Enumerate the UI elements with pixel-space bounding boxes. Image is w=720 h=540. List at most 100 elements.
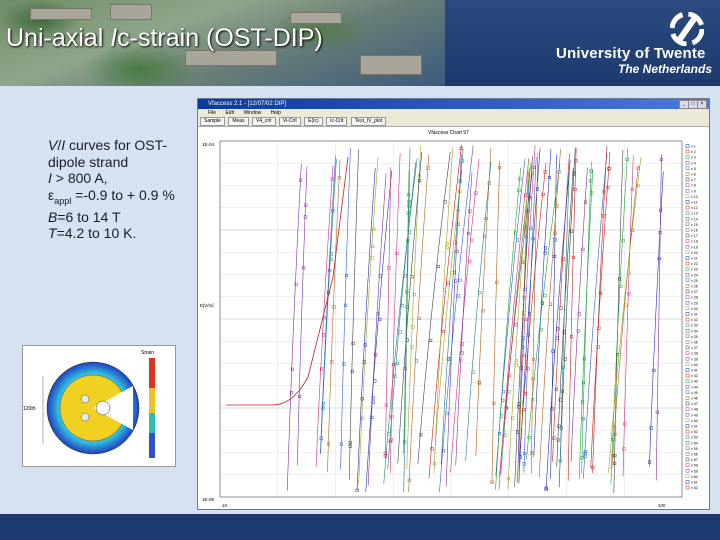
window-title: Vfaccess 2.1 - [12/07/02 DIP] bbox=[208, 101, 287, 107]
legend-label: v 38 bbox=[691, 352, 698, 356]
campus-building bbox=[290, 12, 342, 24]
slide-title: Uni-axial Ic-strain (OST-DIP) bbox=[6, 24, 323, 52]
legend-label: v 35 bbox=[691, 335, 698, 339]
legend-label: v 61 bbox=[691, 481, 698, 485]
legend-label: v 15 bbox=[691, 223, 698, 227]
footer-bar bbox=[0, 514, 720, 540]
legend-label: v 41 bbox=[691, 369, 698, 373]
legend-label: v 47 bbox=[691, 402, 698, 406]
app-window: Vfaccess 2.1 - [12/07/02 DIP] _ □ × File… bbox=[197, 98, 710, 510]
legend-label: v 23 bbox=[691, 268, 698, 272]
legend-label: v 52 bbox=[691, 430, 698, 434]
legend-label: v 60 bbox=[691, 475, 698, 479]
strain-legend-title: Strain bbox=[141, 350, 154, 356]
legend-label: v 16 bbox=[691, 229, 698, 233]
header-banner: Uni-axial Ic-strain (OST-DIP) University… bbox=[0, 0, 720, 86]
menu-item-edit[interactable]: Edit bbox=[225, 110, 234, 116]
inset-left-label: 120th bbox=[23, 406, 36, 412]
legend-label: v 21 bbox=[691, 257, 698, 261]
tab-test-iv-plot[interactable]: Test_IV_plot bbox=[350, 117, 387, 126]
legend-label: v 42 bbox=[691, 374, 698, 378]
campus-building bbox=[110, 4, 152, 20]
desc-line: εappl =-0.9 to + 0.9 % bbox=[48, 186, 175, 206]
menu-item-window[interactable]: Window bbox=[243, 110, 261, 116]
legend-label: v 55 bbox=[691, 447, 698, 451]
legend-label: v 6 bbox=[691, 173, 696, 177]
legend-label: v 12 bbox=[691, 206, 698, 210]
legend-label: v 25 bbox=[691, 279, 698, 283]
tab-meas[interactable]: Meas bbox=[228, 117, 249, 126]
legend-label: v 34 bbox=[691, 329, 698, 333]
desc-line: I > 800 A, bbox=[48, 170, 108, 186]
legend-label: v 62 bbox=[691, 486, 698, 490]
campus-building bbox=[360, 55, 422, 75]
y-axis-top-label: 1E-04 bbox=[202, 142, 215, 147]
legend-label: v 51 bbox=[691, 425, 698, 429]
x-axis-left-label: 10 bbox=[222, 503, 228, 508]
window-titlebar[interactable]: Vfaccess 2.1 - [12/07/02 DIP] _ □ × bbox=[198, 99, 709, 109]
legend-label: v 39 bbox=[691, 357, 698, 361]
legend-label: v 36 bbox=[691, 341, 698, 345]
legend-label: v 45 bbox=[691, 391, 698, 395]
legend-label: v 14 bbox=[691, 217, 698, 221]
menu-item-help[interactable]: Help bbox=[271, 110, 281, 116]
legend-label: v 20 bbox=[691, 251, 698, 255]
center-hole bbox=[95, 400, 111, 416]
menu-bar: File Edit Window Help bbox=[198, 109, 709, 117]
iv-plot: Vfaccess Chart 97 1E-04 E[V/m] 1E-06 10 … bbox=[198, 127, 709, 509]
legend-label: v 26 bbox=[691, 285, 698, 289]
x-axis-right-label: 100 bbox=[658, 503, 666, 508]
legend-label: v 17 bbox=[691, 234, 698, 238]
legend-label: v 18 bbox=[691, 240, 698, 244]
university-logo-icon bbox=[670, 12, 704, 46]
legend-label: v 28 bbox=[691, 296, 698, 300]
colorbar-segment bbox=[149, 388, 155, 413]
legend-label: v 10 bbox=[691, 195, 698, 199]
legend-label: v 8 bbox=[691, 184, 696, 188]
legend-label: v 40 bbox=[691, 363, 698, 367]
campus-building bbox=[30, 8, 92, 20]
legend-label: v 53 bbox=[691, 436, 698, 440]
tab-v4-crit[interactable]: V4_crit bbox=[251, 117, 276, 126]
legend-label: v 37 bbox=[691, 346, 698, 350]
legend-label: v 56 bbox=[691, 453, 698, 457]
legend-label: v 50 bbox=[691, 419, 698, 423]
strain-map-inset: Strain 120th bbox=[22, 345, 176, 467]
legend-label: v 4 bbox=[691, 161, 696, 165]
pin-marker bbox=[80, 412, 90, 422]
legend-label: v 31 bbox=[691, 313, 698, 317]
tab-vi-crit[interactable]: Vi-Crit bbox=[278, 117, 301, 126]
legend-label: v 1 bbox=[691, 145, 696, 149]
legend-label: v 24 bbox=[691, 273, 698, 277]
tab-e-ic[interactable]: E(Ic) bbox=[304, 117, 323, 126]
legend-label: v 46 bbox=[691, 397, 698, 401]
legend-label: v 22 bbox=[691, 262, 698, 266]
legend-label: v 48 bbox=[691, 408, 698, 412]
tab-bar: Sample Meas V4_crit Vi-Crit E(Ic) Ic-Cri… bbox=[198, 117, 709, 127]
legend-label: v 27 bbox=[691, 290, 698, 294]
y-axis-label: E[V/m] bbox=[200, 303, 214, 308]
strain-map-figure: Strain 120th bbox=[23, 350, 155, 458]
legend-label: v 7 bbox=[691, 178, 696, 182]
legend-label: v 5 bbox=[691, 167, 696, 171]
tab-sample[interactable]: Sample bbox=[200, 117, 225, 126]
colorbar-segment bbox=[149, 413, 155, 433]
legend-label: v 30 bbox=[691, 307, 698, 311]
menu-item-file[interactable]: File bbox=[208, 110, 216, 116]
legend-label: v 57 bbox=[691, 458, 698, 462]
legend-label: v 11 bbox=[691, 201, 698, 205]
legend-label: v 2 bbox=[691, 150, 696, 154]
y-axis-bottom-label: 1E-06 bbox=[202, 497, 215, 502]
plot-title: Vfaccess Chart 97 bbox=[428, 130, 469, 136]
legend-label: v 58 bbox=[691, 464, 698, 468]
legend-label: v 59 bbox=[691, 469, 698, 473]
legend-label: v 3 bbox=[691, 156, 696, 160]
university-name: University of Twente bbox=[556, 45, 706, 62]
close-button[interactable]: × bbox=[697, 100, 707, 109]
desc-line: V/I curves for OST- bbox=[48, 137, 168, 153]
legend-label: v 49 bbox=[691, 413, 698, 417]
legend-label: v 54 bbox=[691, 441, 698, 445]
desc-line: B=6 to 14 T bbox=[48, 208, 121, 225]
legend-label: v 43 bbox=[691, 380, 698, 384]
tab-ic-crit[interactable]: Ic-Crit bbox=[326, 117, 348, 126]
